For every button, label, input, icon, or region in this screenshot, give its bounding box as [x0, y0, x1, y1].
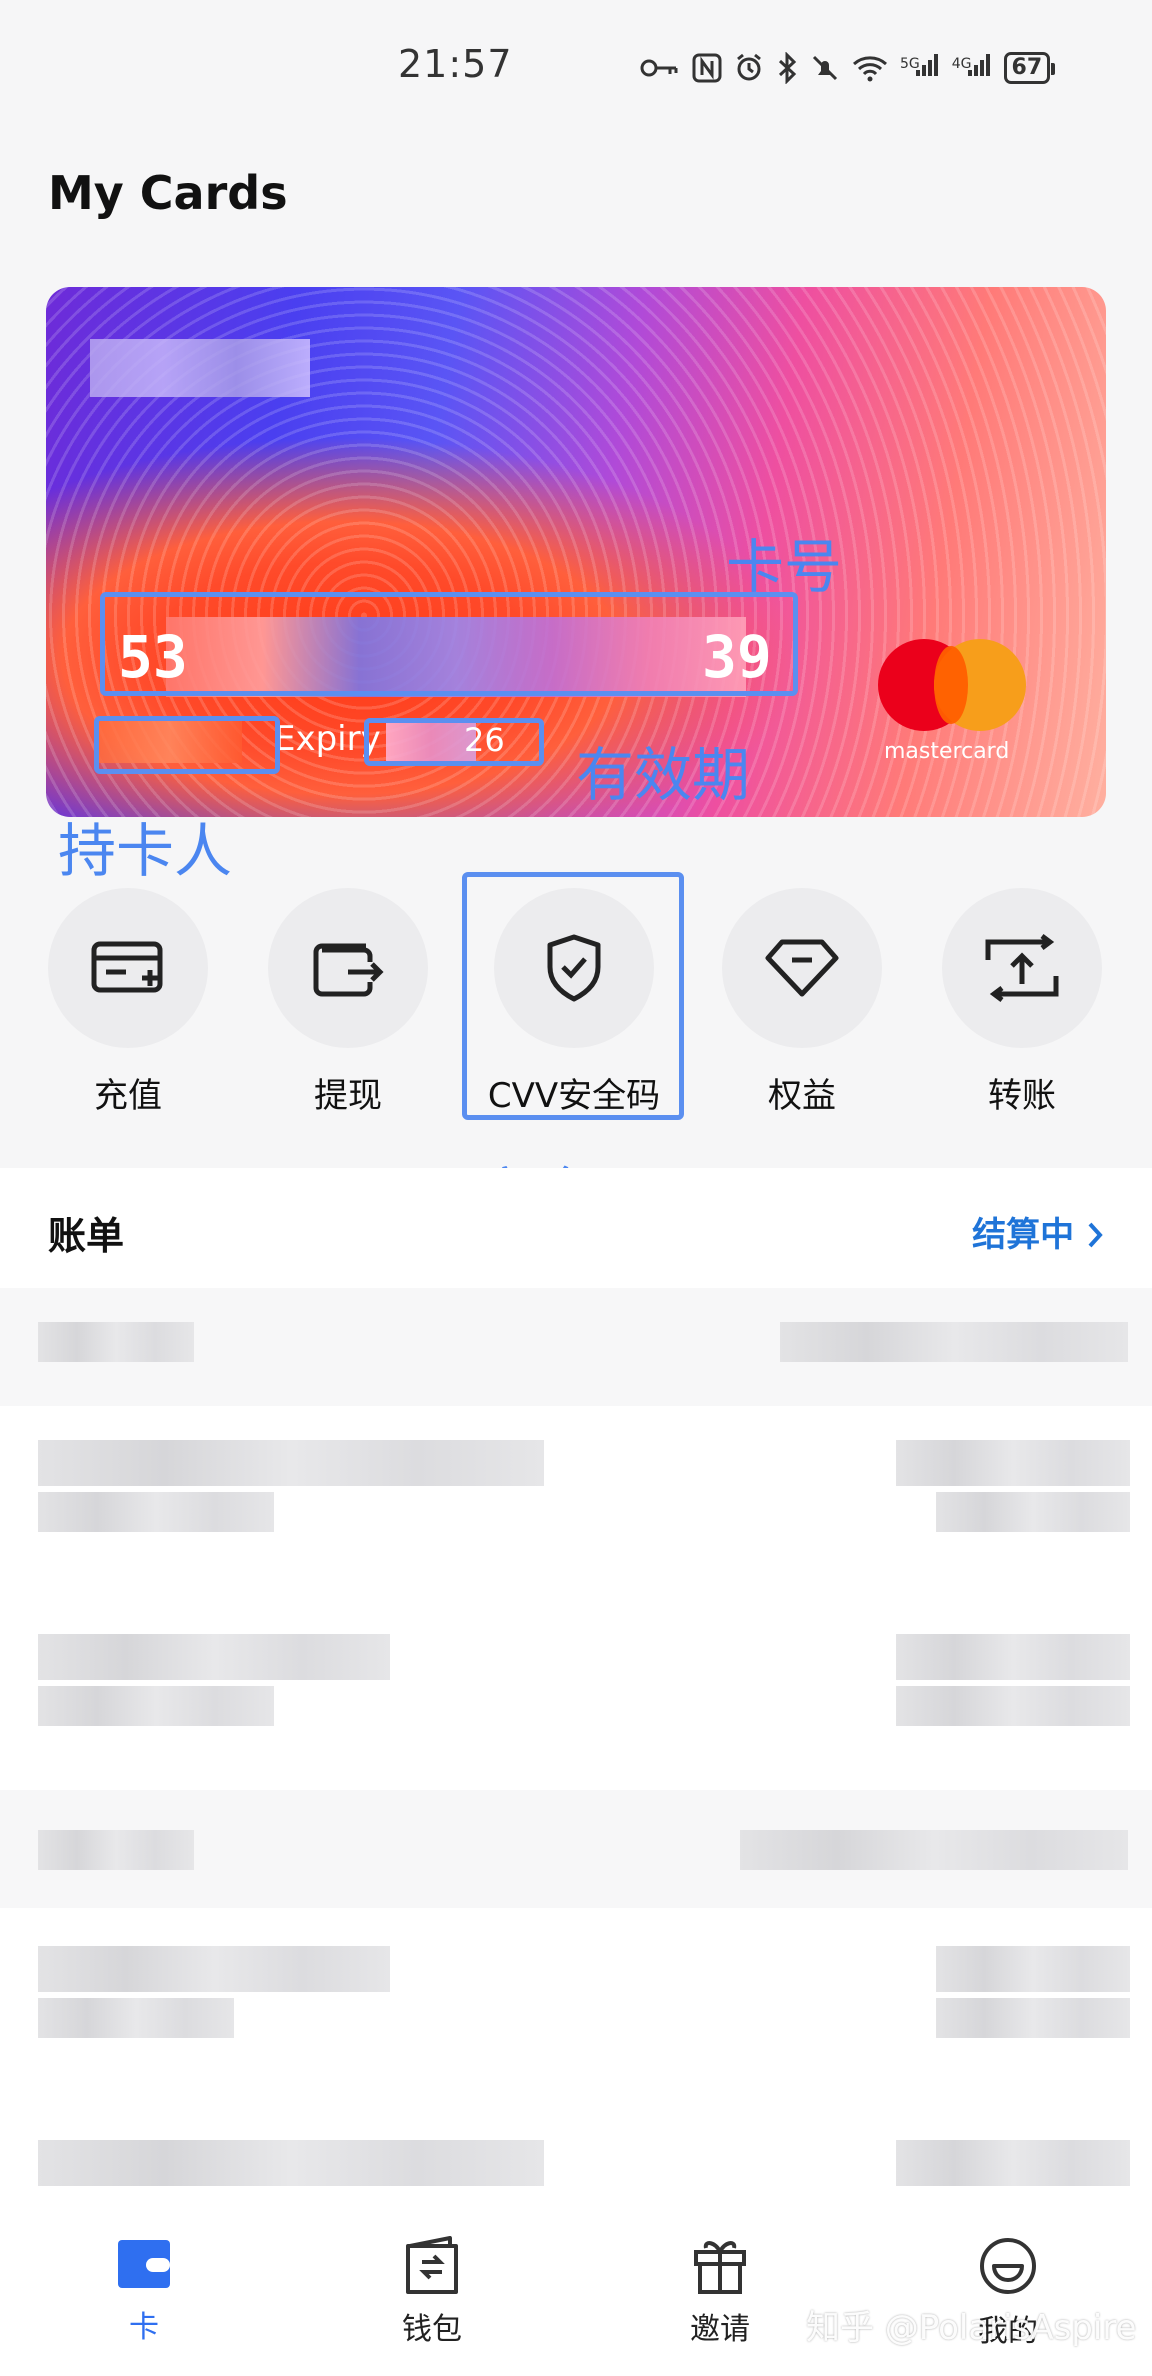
signal-bars-icon [915, 53, 938, 76]
nav-label-card: 卡 [129, 2310, 159, 2345]
wifi-icon [853, 56, 887, 82]
bill-section-title: 账单 [48, 1214, 125, 1258]
action-withdraw-circle[interactable] [268, 888, 428, 1048]
gift-icon [694, 2241, 746, 2294]
redacted-date [38, 1830, 194, 1870]
shield-check-icon [547, 934, 601, 1002]
bill-list-item[interactable] [0, 1600, 1152, 1790]
action-cvv[interactable]: CVV安全码 [488, 888, 660, 1117]
bluetooth-icon [778, 52, 797, 84]
card-icon [118, 2240, 170, 2288]
action-cvv-label: CVV安全码 [487, 1076, 661, 1116]
mastercard-wordmark: mastercard [884, 739, 1010, 764]
alarm-icon [737, 53, 761, 81]
nav-label-wallet: 钱包 [402, 2312, 462, 2347]
nav-item-card[interactable]: 卡 [64, 2236, 224, 2346]
mute-icon [812, 55, 838, 81]
action-benefits-circle[interactable] [722, 888, 882, 1048]
key-icon [640, 59, 678, 77]
card-name-redacted [90, 339, 310, 397]
bill-status-label: 结算中 [972, 1215, 1075, 1255]
action-benefits[interactable]: 权益 [722, 888, 882, 1117]
transfer-icon [985, 934, 1059, 1002]
action-withdraw[interactable]: 提现 [268, 888, 428, 1117]
action-withdraw-label: 提现 [314, 1076, 382, 1116]
annotation-box-card-number [100, 592, 798, 696]
mastercard-logo-icon [878, 639, 1038, 739]
annotation-box-expiry [364, 718, 544, 766]
signal-4g: 4G [952, 52, 992, 85]
watermark: 知乎 @PolarisAspire [806, 2308, 1137, 2348]
status-icons: 5G 4G 67 [640, 48, 1055, 88]
annotation-card-number: 卡号 [726, 533, 843, 601]
wallet-out-icon [313, 943, 384, 997]
annotation-expiry: 有效期 [576, 741, 751, 809]
action-transfer[interactable]: 转账 [942, 888, 1102, 1117]
redacted-date [38, 1322, 194, 1362]
status-time: 21:57 [398, 42, 513, 86]
action-benefits-label: 权益 [768, 1076, 836, 1116]
chevron-right-icon [1088, 1222, 1103, 1248]
battery-indicator: 67 [1003, 52, 1055, 84]
bill-list-item[interactable] [0, 2140, 1152, 2208]
action-transfer-circle[interactable] [942, 888, 1102, 1048]
action-cvv-circle[interactable] [494, 888, 654, 1048]
wallet-icon [406, 2236, 458, 2294]
diamond-icon [765, 939, 839, 997]
bill-list-item[interactable] [0, 1406, 1152, 1596]
signal-bars-icon [967, 53, 990, 76]
annotation-box-holder [94, 716, 280, 774]
action-top-up-label: 充值 [94, 1076, 162, 1116]
page-title: My Cards [48, 166, 288, 220]
nav-label-invite: 邀请 [690, 2312, 750, 2347]
redacted-summary [780, 1322, 1128, 1362]
action-transfer-label: 转账 [988, 1076, 1056, 1116]
smiley-icon [980, 2238, 1036, 2294]
action-top-up-circle[interactable] [48, 888, 208, 1048]
action-top-up[interactable]: 充值 [48, 888, 208, 1117]
nfc-icon [692, 53, 722, 83]
bill-status-link[interactable]: 结算中 [972, 1207, 1104, 1256]
card-add-icon [91, 941, 163, 993]
nav-item-wallet[interactable]: 钱包 [352, 2236, 512, 2348]
signal-5g: 5G [900, 52, 940, 85]
annotation-holder: 持卡人 [58, 817, 233, 885]
redacted-summary [740, 1830, 1128, 1870]
nav-item-invite[interactable]: 邀请 [640, 2236, 800, 2348]
bill-list-item[interactable] [0, 1910, 1152, 2100]
